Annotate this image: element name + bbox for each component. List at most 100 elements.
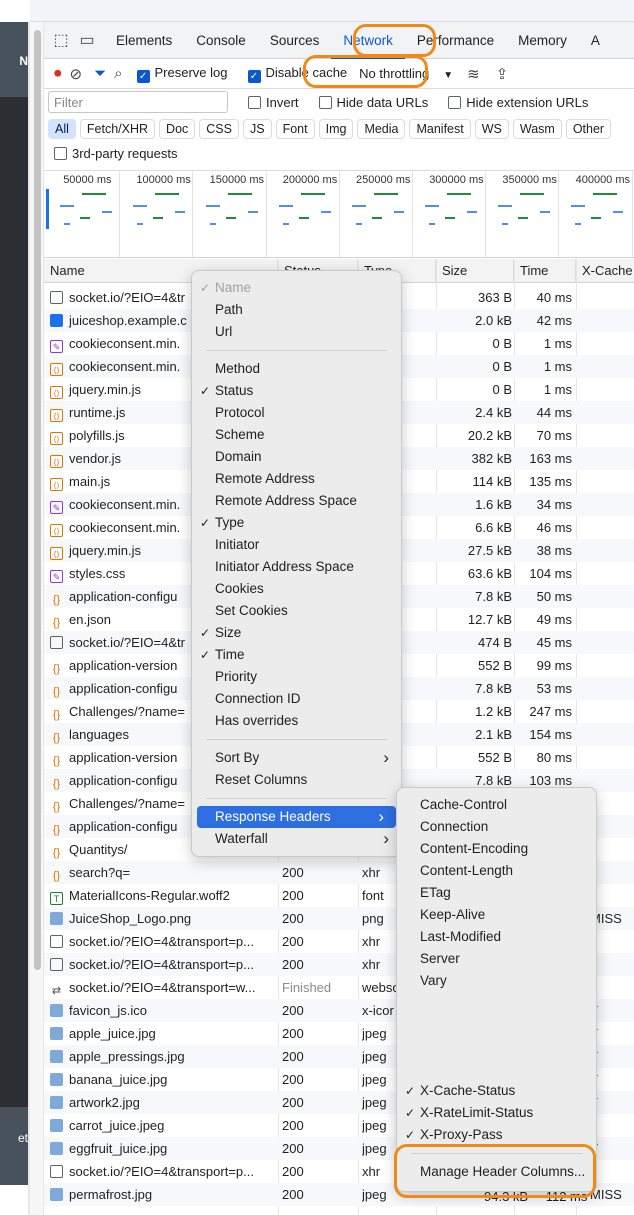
- menu-item-keep-alive[interactable]: Keep-Alive: [397, 904, 596, 926]
- import-har-icon[interactable]: ⇪: [496, 65, 509, 83]
- hide-extension-urls-checkbox[interactable]: Hide extension URLs: [448, 95, 588, 110]
- row-name-text: juiceshop.example.c: [69, 313, 187, 328]
- timeline-request-bar: [502, 223, 508, 225]
- hide-data-urls-checkbox[interactable]: Hide data URLs: [318, 95, 428, 110]
- row-name: apple_pressings.jpg: [50, 1045, 276, 1068]
- third-party-checkbox[interactable]: 3rd-party requests: [54, 146, 178, 166]
- network-conditions-icon[interactable]: ≋: [467, 65, 480, 83]
- tab-elements[interactable]: Elements: [104, 22, 184, 59]
- timeline-tick-label: 350000 ms: [502, 174, 557, 186]
- type-filter-ws[interactable]: WS: [474, 119, 509, 139]
- type-filter-wasm[interactable]: Wasm: [512, 119, 562, 139]
- menu-item-connection[interactable]: Connection: [397, 816, 596, 838]
- tab-a[interactable]: A: [579, 22, 612, 59]
- clear-icon[interactable]: ⊘: [70, 65, 83, 83]
- menu-item-vary[interactable]: Vary: [397, 970, 596, 992]
- menu-item-path[interactable]: Path: [192, 299, 401, 321]
- type-filter-other[interactable]: Other: [565, 119, 612, 139]
- filter-icon[interactable]: ⏷: [94, 65, 106, 82]
- menu-item-scheme[interactable]: Scheme: [192, 424, 401, 446]
- menu-item-label: Content-Length: [420, 863, 514, 878]
- row-xcache: [590, 631, 634, 654]
- timeline-request-bar: [299, 217, 309, 219]
- timeline-overview[interactable]: 50000 ms 100000 ms 150000 ms 200000 ms 25000…: [44, 170, 634, 258]
- menu-item-priority[interactable]: Priority: [192, 666, 401, 688]
- menu-item-x-ratelimit-status[interactable]: ✓ X-RateLimit-Status: [397, 1102, 596, 1124]
- preserve-log-checkbox[interactable]: ✓ Preserve log: [136, 65, 228, 83]
- row-xcache: [590, 309, 634, 332]
- type-filter-media[interactable]: Media: [357, 119, 406, 139]
- menu-item-time[interactable]: ✓ Time: [192, 644, 401, 666]
- menu-item-x-cache-status[interactable]: ✓ X-Cache-Status: [397, 1080, 596, 1102]
- menu-item-set-cookies[interactable]: Set Cookies: [192, 600, 401, 622]
- column-header-time[interactable]: Time: [514, 259, 576, 283]
- filter-input[interactable]: Filter: [48, 91, 228, 113]
- row-size: 552 B: [478, 658, 512, 673]
- type-filter-manifest[interactable]: Manifest: [409, 119, 471, 139]
- menu-item-has-overrides[interactable]: Has overrides: [192, 710, 401, 732]
- throttling-select[interactable]: No throttling ▼: [359, 66, 453, 81]
- checkmark-icon: ✓: [200, 626, 211, 640]
- menu-item-remote-address-space[interactable]: Remote Address Space: [192, 490, 401, 512]
- row-name-text: Challenges/?name=: [69, 704, 185, 719]
- menu-item-domain[interactable]: Domain: [192, 446, 401, 468]
- menu-item-method[interactable]: Method: [192, 358, 401, 380]
- menu-item-etag[interactable]: ETag: [397, 882, 596, 904]
- tab-sources[interactable]: Sources: [258, 22, 332, 59]
- disable-cache-label: Disable cache: [265, 64, 348, 80]
- device-toolbar-icon[interactable]: ▭: [76, 29, 98, 51]
- menu-item-size[interactable]: ✓ Size: [192, 622, 401, 644]
- menu-item-type[interactable]: ✓ Type: [192, 512, 401, 534]
- menu-item-label: Waterfall: [215, 831, 268, 846]
- menu-item-server[interactable]: Server: [397, 948, 596, 970]
- type-filter-fetch-xhr[interactable]: Fetch/XHR: [79, 119, 156, 139]
- menu-item-cookies[interactable]: Cookies: [192, 578, 401, 600]
- menu-item-content-length[interactable]: Content-Length: [397, 860, 596, 882]
- invert-checkbox[interactable]: Invert: [248, 95, 299, 110]
- disable-cache-checkbox[interactable]: ✓ Disable cache: [247, 64, 348, 83]
- checkbox-unchecked-icon: [448, 95, 462, 109]
- menu-item-reset-columns[interactable]: Reset Columns: [192, 769, 401, 791]
- tab-console[interactable]: Console: [184, 22, 258, 59]
- menu-item-label: Reset Columns: [215, 772, 308, 787]
- inspect-element-icon[interactable]: ⬚: [50, 29, 72, 51]
- record-stop-icon[interactable]: ⏺: [54, 65, 62, 82]
- tab-memory[interactable]: Memory: [506, 22, 579, 59]
- row-time: 49 ms: [536, 612, 572, 627]
- doc-file-icon: [50, 636, 63, 649]
- menu-item-connection-id[interactable]: Connection ID: [192, 688, 401, 710]
- json-file-icon: {}: [52, 732, 61, 744]
- type-filter-font[interactable]: Font: [275, 119, 315, 139]
- tab-performance[interactable]: Performance: [405, 22, 506, 59]
- scrollbar-thumb[interactable]: [34, 30, 41, 970]
- type-filter-img[interactable]: Img: [318, 119, 354, 139]
- tab-network[interactable]: Network: [331, 22, 405, 59]
- type-filter-css[interactable]: CSS: [199, 119, 239, 139]
- menu-item-initiator-address-space[interactable]: Initiator Address Space: [192, 556, 401, 578]
- row-name-text: application-version: [69, 658, 178, 673]
- menu-separator: [206, 798, 387, 799]
- left-panel-bottom-label: et: [17, 1131, 28, 1145]
- menu-item-url[interactable]: Url: [192, 321, 401, 343]
- menu-item-status[interactable]: ✓ Status: [192, 380, 401, 402]
- menu-item-waterfall[interactable]: Waterfall ›: [192, 828, 401, 850]
- type-filter-js[interactable]: JS: [242, 119, 272, 139]
- menu-item-manage-header-columns[interactable]: Manage Header Columns...: [397, 1161, 596, 1183]
- menu-item-sort-by[interactable]: Sort By ›: [192, 747, 401, 769]
- menu-item-remote-address[interactable]: Remote Address: [192, 468, 401, 490]
- checkbox-checked-icon: ✓: [247, 69, 261, 83]
- menu-item-cache-control[interactable]: Cache-Control: [397, 794, 596, 816]
- menu-item-initiator[interactable]: Initiator: [192, 534, 401, 556]
- menu-item-response-headers[interactable]: Response Headers ›: [197, 806, 396, 828]
- search-icon[interactable]: ⌕: [114, 65, 122, 82]
- menu-item-x-proxy-pass[interactable]: ✓ X-Proxy-Pass: [397, 1124, 596, 1146]
- row-name-text: apple_juice.jpg: [69, 1026, 156, 1041]
- column-header-xcache[interactable]: X-Cache: [576, 259, 634, 283]
- type-filter-all[interactable]: All: [48, 119, 76, 139]
- column-header-size[interactable]: Size: [436, 259, 514, 283]
- menu-item-last-modified[interactable]: Last-Modified: [397, 926, 596, 948]
- type-filter-doc[interactable]: Doc: [159, 119, 196, 139]
- menu-item-protocol[interactable]: Protocol: [192, 402, 401, 424]
- timeline-start-marker: [46, 189, 49, 229]
- menu-item-content-encoding[interactable]: Content-Encoding: [397, 838, 596, 860]
